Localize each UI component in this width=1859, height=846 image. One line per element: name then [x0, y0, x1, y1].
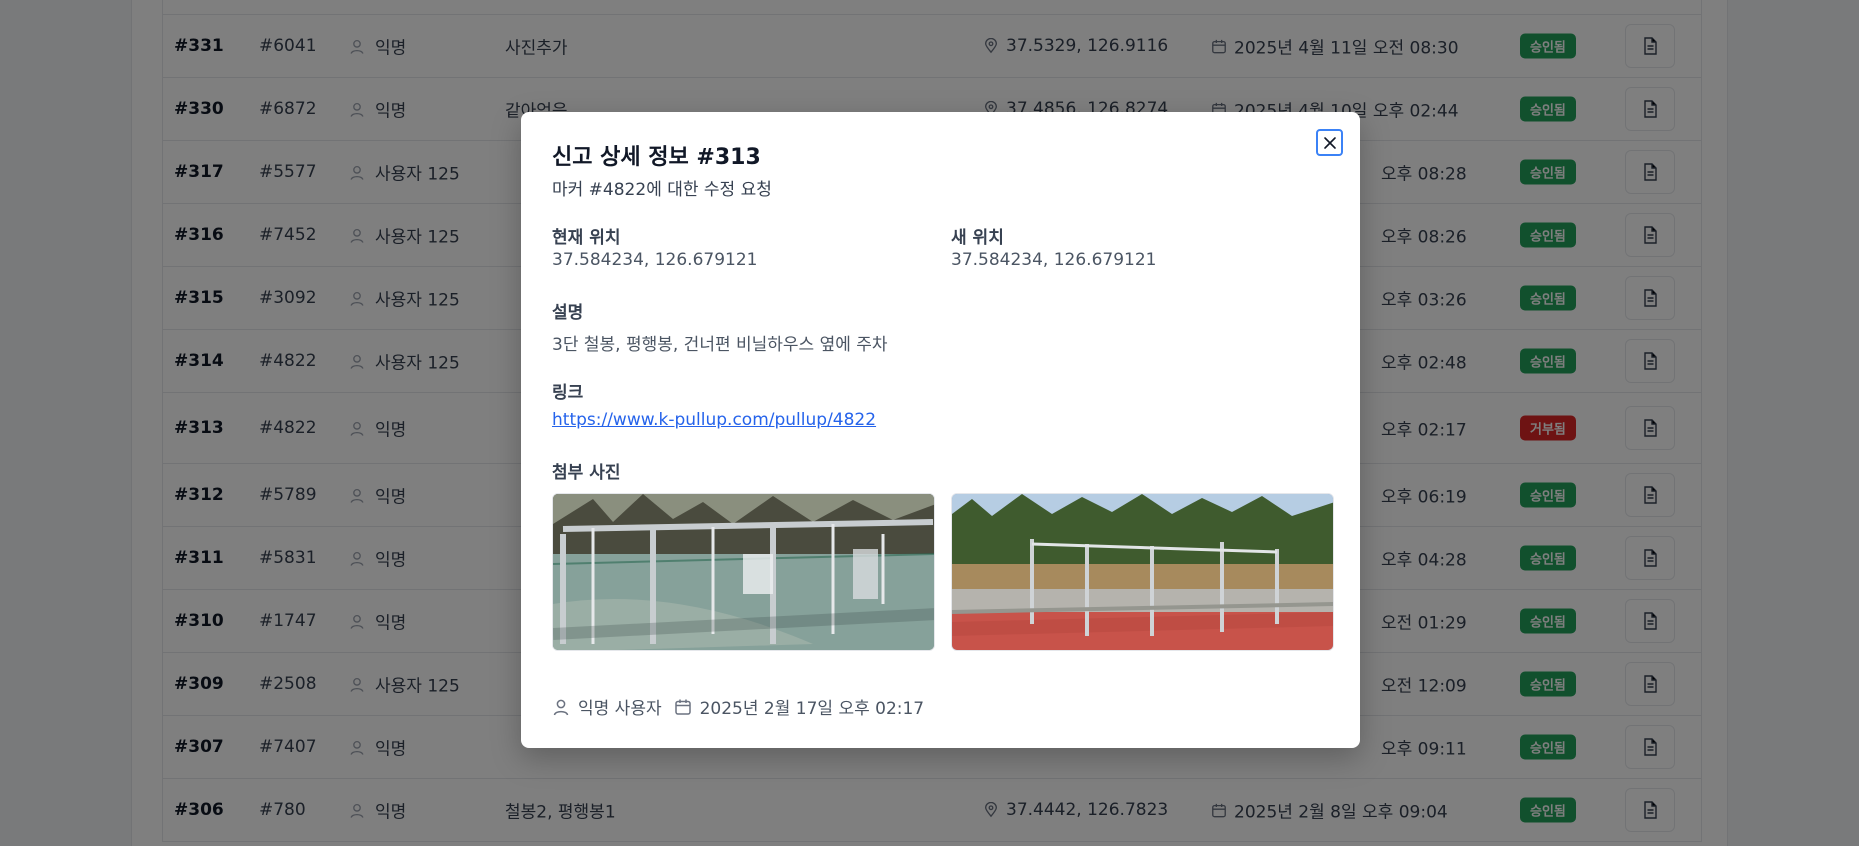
link-label: 링크 [552, 383, 584, 403]
description-value: 3단 철봉, 평행봉, 건너편 비닐하우스 옆에 주차 [552, 335, 888, 355]
report-detail-modal: 신고 상세 정보 #313 마커 #4822에 대한 수정 요청 현재 위치 3… [521, 112, 1360, 748]
user-icon [552, 698, 570, 716]
author-name: 익명 사용자 [578, 699, 662, 719]
current-location-value: 37.584234, 126.679121 [552, 250, 758, 270]
new-location-value: 37.584234, 126.679121 [951, 250, 1157, 270]
close-icon [1323, 136, 1337, 150]
new-location-label: 새 위치 [951, 228, 1004, 248]
photos-label: 첨부 사진 [552, 463, 621, 483]
close-button[interactable] [1316, 129, 1343, 156]
created-date: 2025년 2월 17일 오후 02:17 [699, 699, 925, 719]
attached-photo-1[interactable] [552, 493, 935, 651]
calendar-icon [674, 698, 692, 716]
modal-title: 신고 상세 정보 #313 [552, 145, 761, 170]
description-label: 설명 [552, 303, 584, 323]
current-location-label: 현재 위치 [552, 228, 621, 248]
report-link[interactable]: https://www.k-pullup.com/pullup/4822 [552, 410, 876, 430]
modal-footer: 익명 사용자 2025년 2월 17일 오후 02:17 [552, 694, 926, 719]
modal-subtitle: 마커 #4822에 대한 수정 요청 [552, 180, 772, 200]
attached-photo-2[interactable] [951, 493, 1334, 651]
